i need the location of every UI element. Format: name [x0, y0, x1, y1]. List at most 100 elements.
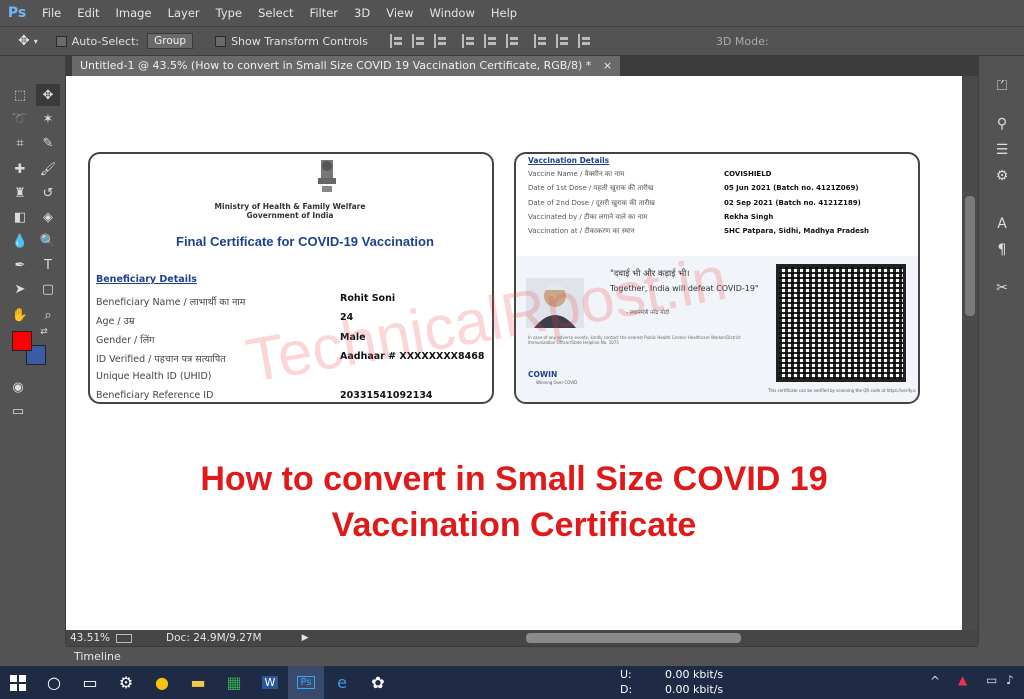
close-icon[interactable]: × [603, 59, 612, 72]
eraser-tool-icon[interactable]: ◧ [8, 206, 32, 228]
chrome-icon[interactable]: ● [144, 666, 180, 699]
magic-wand-icon[interactable]: ✶ [36, 108, 60, 130]
align-middle-icon[interactable] [411, 34, 426, 48]
task-view-icon[interactable]: ▭ [72, 666, 108, 699]
windows-start-icon[interactable] [0, 666, 36, 699]
first-dose-label: Date of 1st Dose / पहली खुराक की तारीख [528, 184, 654, 192]
volume-icon[interactable]: ♪ [1006, 673, 1014, 687]
brush-tool-icon[interactable]: 🖌 [36, 158, 60, 180]
word-icon[interactable]: W [252, 666, 288, 699]
vertical-scrollbar[interactable] [962, 76, 978, 630]
paint-bucket-icon[interactable]: ◈ [36, 206, 60, 228]
menu-select[interactable]: Select [250, 6, 301, 20]
character-panel-icon[interactable]: A [989, 216, 1015, 236]
chevron-down-icon[interactable]: ▾ [34, 37, 38, 46]
type-tool-icon[interactable]: T [36, 254, 60, 276]
properties-panel-icon[interactable]: ⚙ [989, 168, 1015, 188]
marquee-tool-icon[interactable]: ⬚ [8, 84, 32, 106]
age-label: Age / उम्र [96, 316, 135, 327]
photoshop-taskbar-icon[interactable]: Ps [288, 666, 324, 699]
zoom-level[interactable]: 43.51% [70, 632, 110, 644]
rectangle-tool-icon[interactable]: ▢ [36, 278, 60, 300]
menu-help[interactable]: Help [483, 6, 525, 20]
menu-layer[interactable]: Layer [160, 6, 208, 20]
blur-tool-icon[interactable]: 💧 [8, 230, 32, 252]
pen-tool-icon[interactable]: ✒ [8, 254, 32, 276]
search-icon[interactable]: ○ [36, 666, 72, 699]
cowin-logo: COWIN [528, 370, 558, 379]
vaccinated-by-value: Rekha Singh [724, 213, 774, 221]
horizontal-scrollbar[interactable] [300, 633, 960, 643]
align-left-icon[interactable] [461, 34, 476, 48]
transform-controls-option[interactable]: Show Transform Controls [215, 35, 368, 48]
distribute-top-icon[interactable] [533, 34, 548, 48]
app-icon[interactable]: ✿ [360, 666, 396, 699]
zoom-tool-icon[interactable]: ⌕ [36, 304, 60, 326]
scroll-thumb[interactable] [965, 196, 975, 316]
align-bottom-icon[interactable] [433, 34, 448, 48]
history-brush-icon[interactable]: ↺ [36, 182, 60, 204]
brush-panel-icon[interactable]: ⚲ [989, 116, 1015, 136]
document-canvas[interactable]: Ministry of Health & Family Welfare Gove… [66, 76, 962, 630]
clone-stamp-icon[interactable]: ♜ [8, 182, 32, 204]
move-tool-icon[interactable]: ✥ [36, 84, 60, 106]
foreground-color-swatch[interactable] [12, 331, 32, 351]
healing-brush-icon[interactable]: ✚ [8, 158, 32, 180]
auto-select-dropdown[interactable]: Group [147, 33, 194, 49]
menu-type[interactable]: Type [208, 6, 250, 20]
government-name: Government of India [246, 211, 334, 220]
distribute-bottom-icon[interactable] [577, 34, 592, 48]
verify-note: This certificate can be verified by scan… [768, 388, 916, 393]
menu-window[interactable]: Window [422, 6, 483, 20]
file-explorer-icon[interactable]: ▬ [180, 666, 216, 699]
headline-line-2: Vaccination Certificate [331, 506, 697, 544]
menu-filter[interactable]: Filter [302, 6, 346, 20]
hand-tool-icon[interactable]: ✋ [8, 304, 32, 326]
download-label: D: [620, 683, 633, 696]
timeline-label[interactable]: Timeline [74, 650, 121, 663]
edge-icon[interactable]: e [324, 666, 360, 699]
document-tab[interactable]: Untitled-1 @ 43.5% (How to convert in Sm… [72, 56, 621, 76]
auto-select-checkbox[interactable] [55, 35, 67, 47]
align-top-icon[interactable] [389, 34, 404, 48]
vaccinated-by-label: Vaccinated by / टीका लगाने वाले का नाम [528, 213, 648, 221]
menu-image[interactable]: Image [108, 6, 160, 20]
sheets-icon[interactable]: ▦ [216, 666, 252, 699]
vaccine-name-label: Vaccine Name / वैक्सीन का नाम [528, 170, 625, 178]
settings-icon[interactable]: ⚙ [108, 666, 144, 699]
hscroll-thumb[interactable] [526, 633, 741, 643]
3d-mode-label: 3D Mode: [715, 34, 769, 48]
align-right-icon[interactable] [505, 34, 520, 48]
transform-controls-checkbox[interactable] [215, 35, 227, 47]
move-tool-icon[interactable]: ✥ [18, 33, 30, 49]
menu-edit[interactable]: Edit [69, 6, 107, 20]
quick-mask-icon[interactable]: ◉ [6, 376, 30, 398]
reference-id-value: 20331541092134 [340, 390, 433, 401]
network-icon[interactable]: ▲ [958, 673, 967, 687]
menu-3d[interactable]: 3D [346, 6, 378, 20]
menu-file[interactable]: File [34, 6, 69, 20]
battery-icon[interactable]: ▭ [986, 673, 997, 687]
distribute-middle-icon[interactable] [555, 34, 570, 48]
vaccine-name-value: COVISHIELD [724, 170, 772, 178]
history-panel-icon[interactable]: ⏍ [989, 78, 1015, 98]
path-selection-icon[interactable]: ➤ [8, 278, 32, 300]
screen-mode-icon[interactable]: ▭ [6, 400, 30, 422]
tools-panel-icon[interactable]: ✂ [989, 280, 1015, 300]
lasso-tool-icon[interactable]: ➰ [8, 108, 32, 130]
adjustments-panel-icon[interactable]: ☰ [989, 142, 1015, 162]
swap-colors-icon[interactable]: ⇄ [38, 326, 50, 338]
menu-view[interactable]: View [378, 6, 421, 20]
paragraph-panel-icon[interactable]: ¶ [989, 242, 1015, 262]
crop-tool-icon[interactable]: ⌗ [8, 132, 32, 154]
dodge-tool-icon[interactable]: 🔍 [36, 230, 60, 252]
reference-id-label: Beneficiary Reference ID [96, 390, 214, 401]
menu-bar: Ps File Edit Image Layer Type Select Fil… [0, 0, 1024, 26]
auto-select-option[interactable]: Auto-Select: Group [55, 33, 194, 49]
align-buttons [386, 34, 596, 48]
align-center-icon[interactable] [483, 34, 498, 48]
proof-icon[interactable] [116, 633, 133, 643]
document-tab-title: Untitled-1 @ 43.5% (How to convert in Sm… [80, 59, 592, 72]
eyedropper-icon[interactable]: ✎ [36, 132, 60, 154]
tray-chevron-icon[interactable]: ^ [930, 674, 940, 688]
